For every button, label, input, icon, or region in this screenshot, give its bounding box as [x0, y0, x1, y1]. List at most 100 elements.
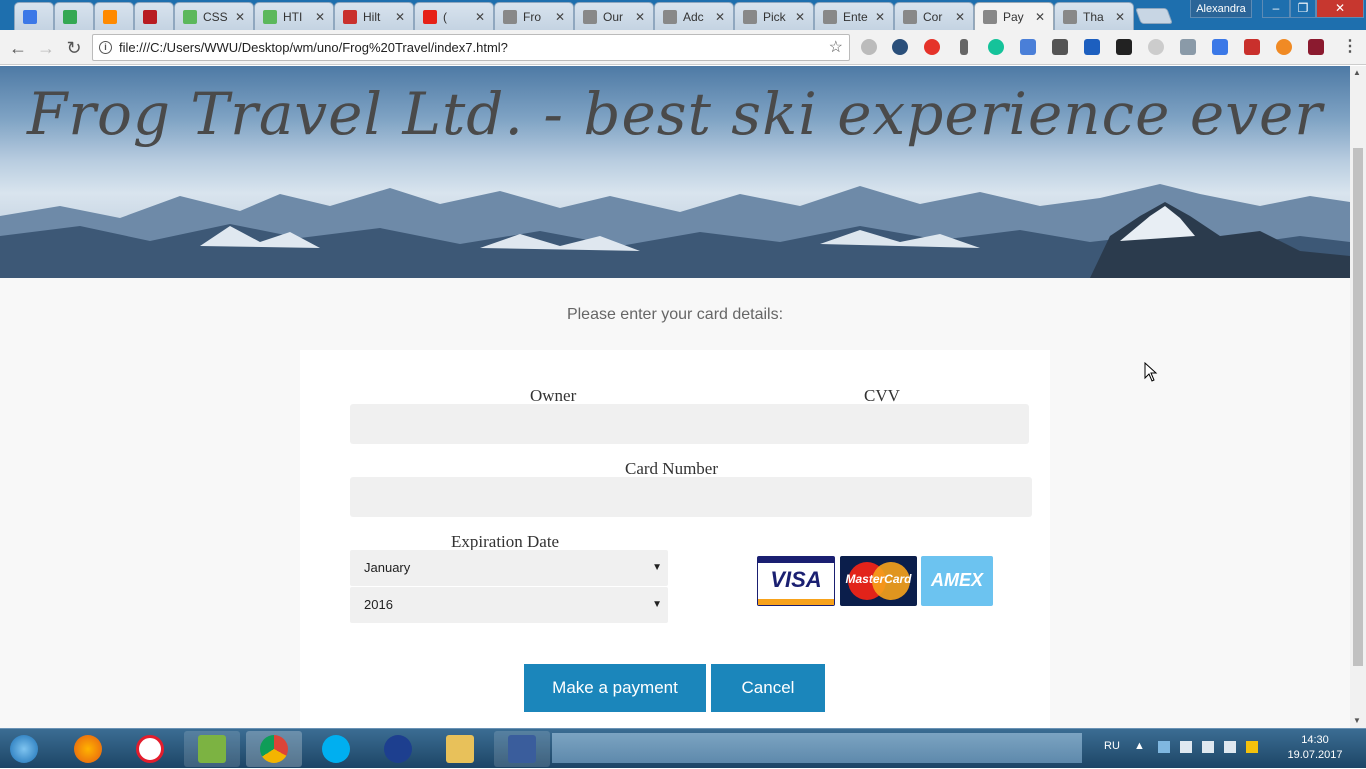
browser-toolbar: ← → ↻ i file:///C:/Users/WWU/Desktop/wm/…	[0, 30, 1366, 65]
taskbar-notepad[interactable]	[184, 731, 240, 767]
taskbar-explorer[interactable]	[432, 731, 488, 767]
scroll-up-icon[interactable]: ▲	[1353, 68, 1361, 77]
close-window-button[interactable]: ✕	[1316, 0, 1364, 18]
browser-tab[interactable]: Pick ✕	[734, 2, 814, 30]
expiration-month-select[interactable]: January ▼	[350, 550, 668, 586]
minimize-button[interactable]: –	[1262, 0, 1290, 18]
browser-tab[interactable]: HTI ✕	[254, 2, 334, 30]
tab-title: Pick	[763, 9, 786, 24]
tab-close-icon[interactable]: ✕	[395, 10, 407, 24]
amex-text: AMEX	[930, 570, 983, 590]
tab-close-icon[interactable]: ✕	[795, 10, 807, 24]
address-bar[interactable]: i file:///C:/Users/WWU/Desktop/wm/uno/Fr…	[92, 34, 850, 61]
tab-favicon-icon	[903, 9, 917, 24]
owner-cvv-input[interactable]	[350, 404, 1029, 444]
browser-tab[interactable]: Tha ✕	[1054, 2, 1134, 30]
taskbar-clock[interactable]: 14:30 19.07.2017	[1282, 733, 1348, 763]
tab-title: Hilt	[363, 9, 381, 24]
tab-close-icon[interactable]: ✕	[1115, 10, 1127, 24]
info-icon[interactable]: i	[99, 41, 112, 54]
tab-favicon-icon	[63, 9, 77, 24]
visa-text: VISA	[770, 567, 822, 592]
system-tray: RU ▲	[1098, 729, 1298, 769]
tray-battery-icon[interactable]	[1202, 741, 1214, 753]
mastercard-logo: MasterCard	[840, 556, 917, 606]
browser-tab[interactable]: Our ✕	[574, 2, 654, 30]
tray-expand-icon[interactable]: ▲	[1134, 740, 1145, 752]
taskbar-keepass[interactable]	[370, 731, 426, 767]
tab-close-icon[interactable]: ✕	[715, 10, 727, 24]
extension-e-icon[interactable]	[1116, 39, 1132, 55]
browser-tab[interactable]: Ente ✕	[814, 2, 894, 30]
card-details-prompt: Please enter your card details:	[566, 306, 784, 323]
extension-off-icon[interactable]	[1180, 39, 1196, 55]
taskbar-skype[interactable]	[308, 731, 364, 767]
tab-close-icon[interactable]: ✕	[235, 10, 247, 24]
browser-tab[interactable]	[14, 2, 54, 30]
visa-logo: VISA	[757, 556, 835, 606]
browser-tab[interactable]: Pay ✕	[974, 2, 1054, 30]
tab-close-icon[interactable]: ✕	[955, 10, 967, 24]
reload-button[interactable]: ↻	[62, 36, 86, 60]
taskbar-chrome[interactable]	[246, 731, 302, 767]
browser-menu-icon[interactable]: ⋮	[1342, 38, 1358, 56]
page-scrollbar[interactable]: ▲ ▼	[1350, 66, 1366, 728]
bookmark-star-icon[interactable]: ☆	[829, 35, 843, 60]
extension-bookmark-icon[interactable]	[1084, 39, 1100, 55]
extension-a-icon[interactable]	[1212, 39, 1228, 55]
extension-paw-icon[interactable]	[861, 39, 877, 55]
start-button[interactable]	[4, 731, 48, 767]
tab-favicon-icon	[663, 9, 677, 24]
tab-close-icon[interactable]: ✕	[555, 10, 567, 24]
extension-box-icon[interactable]	[1052, 39, 1068, 55]
tab-close-icon[interactable]: ✕	[635, 10, 647, 24]
url-text: file:///C:/Users/WWU/Desktop/wm/uno/Frog…	[119, 40, 508, 55]
extension-opera-icon[interactable]	[924, 39, 940, 55]
browser-tab[interactable]: (✕	[414, 2, 494, 30]
tab-close-icon[interactable]: ✕	[1035, 10, 1047, 24]
scroll-down-icon[interactable]: ▼	[1353, 716, 1361, 725]
scroll-thumb[interactable]	[1353, 148, 1363, 666]
make-payment-button[interactable]: Make a payment	[524, 664, 706, 712]
tray-network-icon[interactable]	[1158, 741, 1170, 753]
browser-tab[interactable]: Cor ✕	[894, 2, 974, 30]
tab-title: Ente	[843, 9, 868, 24]
cancel-button[interactable]: Cancel	[711, 664, 825, 712]
browser-tab[interactable]	[94, 2, 134, 30]
taskbar-editor[interactable]	[494, 731, 550, 767]
extension-music-icon[interactable]	[960, 39, 968, 55]
taskbar-yandex[interactable]	[122, 731, 178, 767]
browser-tab[interactable]: Hilt ✕	[334, 2, 414, 30]
tray-flag-icon[interactable]	[1180, 741, 1192, 753]
browser-tab[interactable]: Adc ✕	[654, 2, 734, 30]
extension-gauge-icon[interactable]	[1148, 39, 1164, 55]
taskbar-firefox[interactable]	[60, 731, 116, 767]
chrome-icon	[260, 735, 288, 763]
tab-close-icon[interactable]: ✕	[475, 10, 487, 24]
browser-tab[interactable]: CSS ✕	[174, 2, 254, 30]
forward-button[interactable]: →	[34, 36, 58, 60]
browser-tab[interactable]	[54, 2, 94, 30]
clock-time: 14:30	[1301, 734, 1329, 746]
tab-close-icon[interactable]: ✕	[315, 10, 327, 24]
language-indicator[interactable]: RU	[1104, 740, 1120, 752]
expiration-year-select[interactable]: 2016 ▼	[350, 587, 668, 623]
browser-tab[interactable]: Fro ✕	[494, 2, 574, 30]
card-number-label: Card Number	[625, 459, 719, 478]
maximize-button[interactable]: ❐	[1290, 0, 1316, 18]
extension-globe-icon[interactable]	[892, 39, 908, 55]
extension-translate-icon[interactable]	[1020, 39, 1036, 55]
extension-pen-icon[interactable]	[1308, 39, 1324, 55]
browser-tab[interactable]	[134, 2, 174, 30]
card-number-input[interactable]	[350, 477, 1032, 517]
tab-favicon-icon	[103, 9, 117, 24]
new-tab-button[interactable]	[1135, 8, 1173, 24]
extension-grammarly-icon[interactable]	[988, 39, 1004, 55]
back-button[interactable]: ←	[6, 36, 30, 60]
tray-signal-icon[interactable]	[1224, 741, 1236, 753]
tray-drive-icon[interactable]	[1246, 741, 1258, 753]
profile-button[interactable]: Alexandra	[1190, 0, 1252, 18]
extension-question-icon[interactable]	[1244, 39, 1260, 55]
extension-fire-icon[interactable]	[1276, 39, 1292, 55]
tab-close-icon[interactable]: ✕	[875, 10, 887, 24]
